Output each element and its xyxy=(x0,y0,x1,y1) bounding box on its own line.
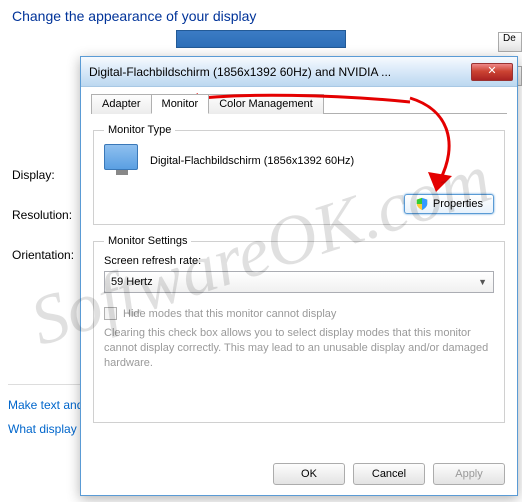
monitor-settings-group: Monitor Settings Screen refresh rate: 59… xyxy=(93,235,505,423)
text-size-link[interactable]: Make text and xyxy=(8,398,86,412)
monitor-type-group: Monitor Type Digital-Flachbildschirm (18… xyxy=(93,124,505,225)
monitor-icon xyxy=(104,144,140,178)
ok-button[interactable]: OK xyxy=(273,463,345,485)
display-settings-link[interactable]: What display s xyxy=(8,422,86,436)
refresh-rate-label: Screen refresh rate: xyxy=(104,255,494,267)
refresh-rate-value: 59 Hertz xyxy=(111,276,153,288)
chevron-down-icon: ▼ xyxy=(478,277,487,287)
detect-button[interactable]: De xyxy=(498,32,522,52)
properties-button[interactable]: Properties xyxy=(404,194,494,214)
dialog-title: Digital-Flachbildschirm (1856x1392 60Hz)… xyxy=(89,65,471,79)
properties-button-label: Properties xyxy=(433,198,483,210)
close-button[interactable]: ✕ xyxy=(471,63,513,81)
monitor-settings-legend: Monitor Settings xyxy=(104,235,191,247)
apply-button[interactable]: Apply xyxy=(433,463,505,485)
refresh-rate-select[interactable]: 59 Hertz ▼ xyxy=(104,271,494,293)
tab-color-management[interactable]: Color Management xyxy=(208,94,324,114)
hide-modes-checkbox[interactable] xyxy=(104,307,117,320)
tab-adapter[interactable]: Adapter xyxy=(91,94,152,114)
tab-strip: Adapter Monitor Color Management xyxy=(91,93,507,114)
display-preview xyxy=(176,30,346,48)
dialog-titlebar[interactable]: Digital-Flachbildschirm (1856x1392 60Hz)… xyxy=(81,57,517,87)
monitor-type-legend: Monitor Type xyxy=(104,124,175,136)
tab-monitor[interactable]: Monitor xyxy=(151,94,210,114)
page-title: Change the appearance of your display xyxy=(12,8,510,24)
shield-icon xyxy=(415,197,429,211)
close-icon: ✕ xyxy=(487,65,496,77)
monitor-name: Digital-Flachbildschirm (1856x1392 60Hz) xyxy=(150,155,354,167)
hide-modes-hint: Clearing this check box allows you to se… xyxy=(104,326,494,371)
cancel-button[interactable]: Cancel xyxy=(353,463,425,485)
hide-modes-label: Hide modes that this monitor cannot disp… xyxy=(123,308,336,320)
monitor-properties-dialog: Digital-Flachbildschirm (1856x1392 60Hz)… xyxy=(80,56,518,496)
